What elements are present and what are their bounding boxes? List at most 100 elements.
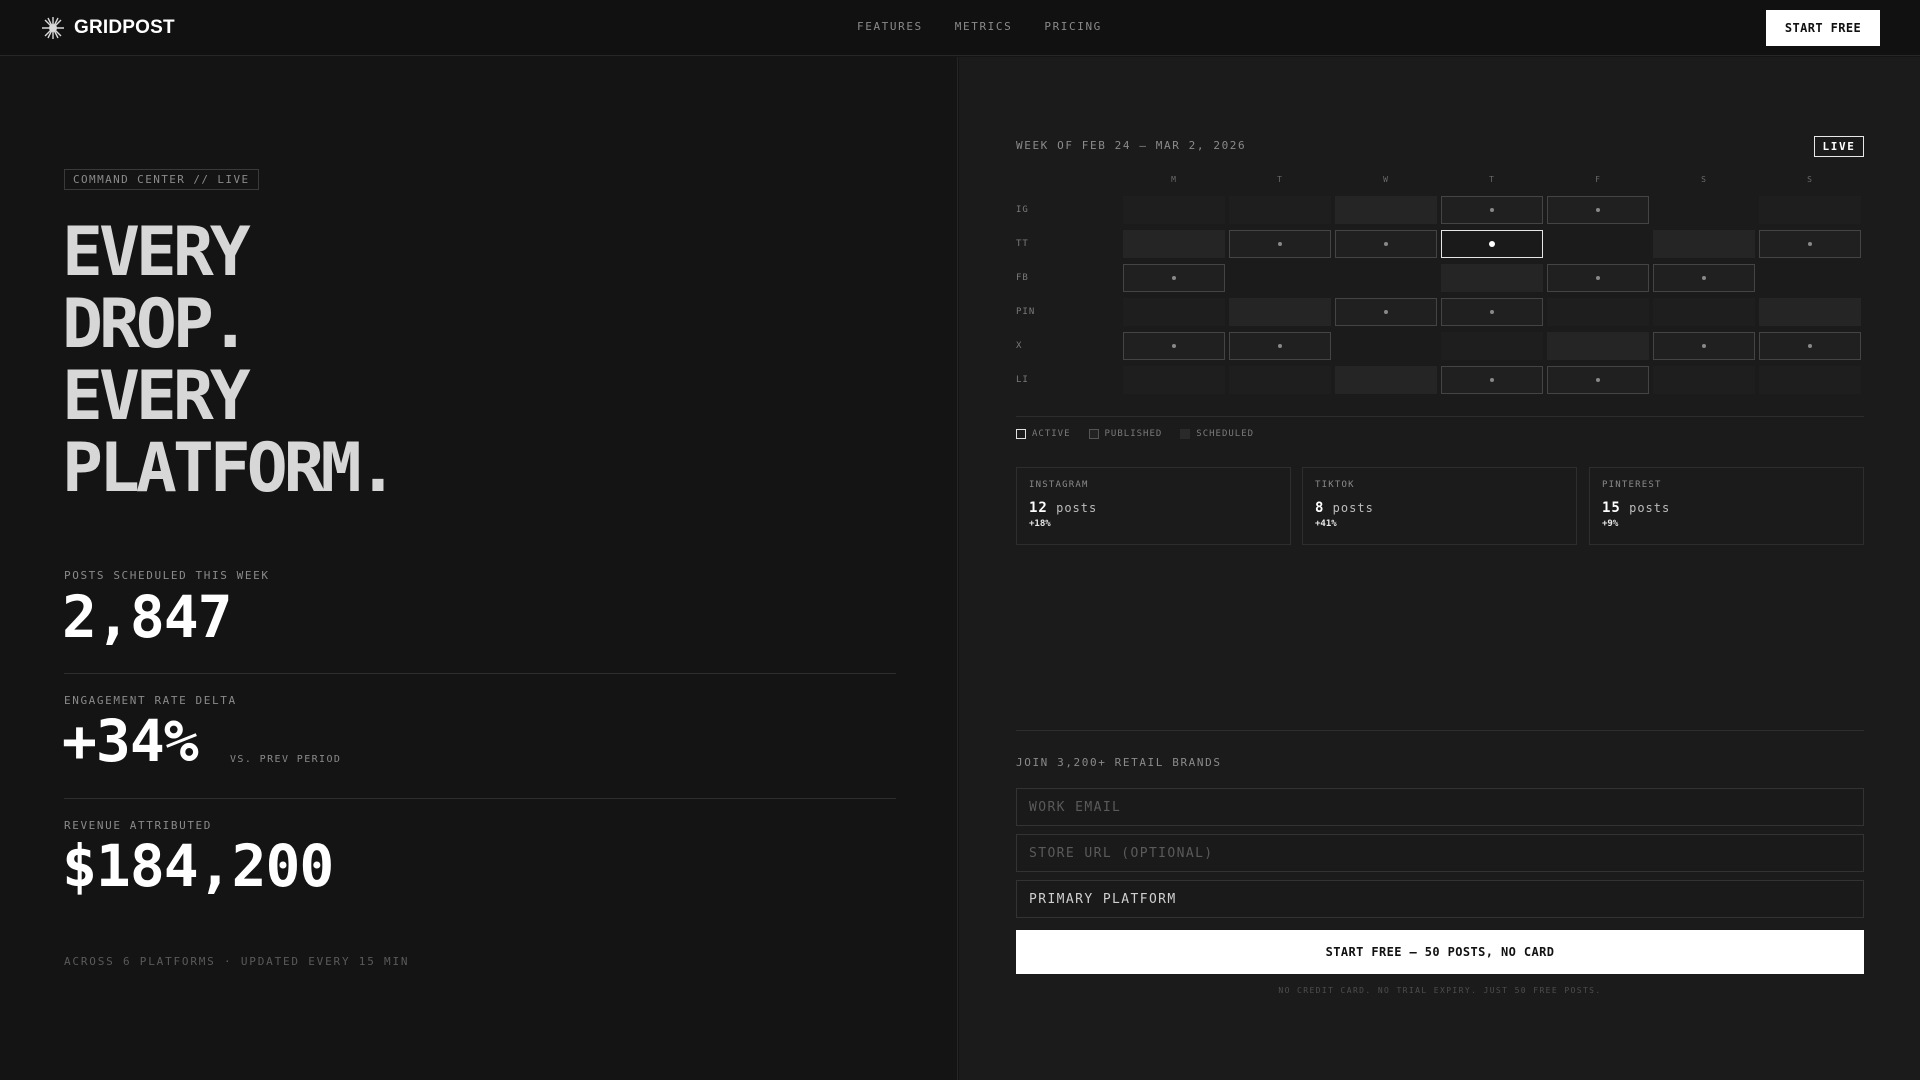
schedule-cell[interactable] <box>1229 298 1331 326</box>
schedule-cell[interactable] <box>1335 230 1437 258</box>
schedule-cell[interactable] <box>1335 196 1437 224</box>
schedule-cell[interactable] <box>1547 264 1649 292</box>
store-url-input[interactable] <box>1016 834 1864 872</box>
schedule-cell[interactable] <box>1229 230 1331 258</box>
post-dot-icon <box>1172 344 1176 348</box>
post-dot-icon <box>1490 310 1494 314</box>
nav-link-pricing[interactable]: PRICING <box>1044 20 1102 33</box>
stat-count-value: 12 <box>1029 500 1048 516</box>
status-tag: COMMAND CENTER // LIVE <box>64 169 259 190</box>
stat-count-value: 15 <box>1602 500 1621 516</box>
nav-link-metrics[interactable]: METRICS <box>955 20 1013 33</box>
divider <box>64 673 896 674</box>
schedule-cell[interactable] <box>1653 332 1755 360</box>
post-dot-icon <box>1490 208 1494 212</box>
legend-text: ACTIVE <box>1032 429 1071 439</box>
brand[interactable]: GRIDPOST <box>40 14 175 42</box>
metric-label-posts: POSTS SCHEDULED THIS WEEK <box>64 569 270 582</box>
schedule-cell[interactable] <box>1441 264 1543 292</box>
start-free-button[interactable]: START FREE <box>1766 10 1880 46</box>
schedule-cell[interactable] <box>1653 230 1755 258</box>
stat-count: 8 posts <box>1315 500 1374 516</box>
schedule-cell[interactable] <box>1123 298 1225 326</box>
post-dot-icon <box>1596 276 1600 280</box>
work-email-input[interactable] <box>1016 788 1864 826</box>
day-header: S <box>1701 175 1707 184</box>
schedule-cell[interactable] <box>1441 298 1543 326</box>
stat-name: INSTAGRAM <box>1029 480 1089 490</box>
starburst-logo-icon <box>40 15 66 41</box>
legend: ACTIVE PUBLISHED SCHEDULED <box>1016 429 1272 439</box>
schedule-cell[interactable] <box>1653 264 1755 292</box>
schedule-cell[interactable] <box>1123 332 1225 360</box>
post-dot-icon <box>1596 378 1600 382</box>
schedule-cell[interactable] <box>1547 366 1649 394</box>
disclaimer: NO CREDIT CARD. NO TRIAL EXPIRY. JUST 50… <box>1278 986 1602 995</box>
schedule-cell[interactable] <box>1547 332 1649 360</box>
live-badge: LIVE <box>1814 136 1864 157</box>
stat-name: PINTEREST <box>1602 480 1662 490</box>
hero-panel: COMMAND CENTER // LIVE EVERY DROP. EVERY… <box>0 57 958 1080</box>
schedule-cell[interactable] <box>1335 298 1437 326</box>
schedule-cell[interactable] <box>1547 196 1649 224</box>
schedule-cell[interactable] <box>1441 366 1543 394</box>
schedule-cell[interactable] <box>1123 230 1225 258</box>
metric-label-engagement: ENGAGEMENT RATE DELTA <box>64 694 237 707</box>
platform-row-label: LI <box>1016 375 1029 385</box>
schedule-cell[interactable] <box>1123 366 1225 394</box>
metric-label-revenue: REVENUE ATTRIBUTED <box>64 819 213 832</box>
metric-value-posts: 2,847 <box>62 583 233 651</box>
stat-count-unit: posts <box>1056 501 1098 515</box>
legend-text: PUBLISHED <box>1104 429 1163 439</box>
start-free-submit-button[interactable]: START FREE — 50 POSTS, NO CARD <box>1016 930 1864 974</box>
stat-card-tiktok[interactable]: TIKTOK 8 posts +41% <box>1302 467 1577 545</box>
schedule-cell[interactable] <box>1759 230 1861 258</box>
post-dot-icon <box>1384 242 1388 246</box>
primary-platform-select[interactable]: PRIMARY PLATFORM <box>1016 880 1864 918</box>
post-dot-icon <box>1490 378 1494 382</box>
nav-link-features[interactable]: FEATURES <box>857 20 923 33</box>
post-dot-icon <box>1278 242 1282 246</box>
stat-card-instagram[interactable]: INSTAGRAM 12 posts +18% <box>1016 467 1291 545</box>
primary-platform-value: PRIMARY PLATFORM <box>1029 891 1177 907</box>
schedule-cell[interactable] <box>1653 298 1755 326</box>
post-dot-icon <box>1596 208 1600 212</box>
day-header: F <box>1595 175 1601 184</box>
dashboard-panel: WEEK OF FEB 24 — MAR 2, 2026 LIVE M T W T F S… <box>959 57 1920 1080</box>
legend-swatch-scheduled <box>1180 429 1191 439</box>
post-dot-icon <box>1172 276 1176 280</box>
stat-count-value: 8 <box>1315 500 1325 516</box>
schedule-cell[interactable] <box>1229 366 1331 394</box>
schedule-cell[interactable] <box>1123 264 1225 292</box>
schedule-cell[interactable] <box>1229 332 1331 360</box>
day-header: S <box>1807 175 1813 184</box>
schedule-cell[interactable] <box>1335 366 1437 394</box>
schedule-cell[interactable] <box>1123 196 1225 224</box>
nav-links: FEATURES METRICS PRICING <box>857 20 1134 33</box>
stat-delta: +9% <box>1602 519 1619 529</box>
divider <box>64 798 896 799</box>
schedule-cell[interactable] <box>1547 298 1649 326</box>
metric-value-revenue: $184,200 <box>62 832 334 900</box>
stat-name: TIKTOK <box>1315 480 1355 490</box>
schedule-cell[interactable] <box>1759 196 1861 224</box>
post-dot-icon <box>1808 242 1812 246</box>
metric-value-engagement: +34% <box>62 707 199 775</box>
schedule-cell[interactable] <box>1759 298 1861 326</box>
platform-row-label: PIN <box>1016 307 1036 317</box>
schedule-cell[interactable] <box>1653 366 1755 394</box>
schedule-cell[interactable] <box>1759 332 1861 360</box>
schedule-cell[interactable] <box>1441 230 1543 258</box>
stat-card-pinterest[interactable]: PINTEREST 15 posts +9% <box>1589 467 1864 545</box>
divider <box>1016 730 1864 731</box>
schedule-cell[interactable] <box>1441 196 1543 224</box>
stat-delta: +18% <box>1029 519 1051 529</box>
brand-name: GRIDPOST <box>74 17 175 38</box>
schedule-cell[interactable] <box>1441 332 1543 360</box>
post-dot-icon <box>1808 344 1812 348</box>
day-header: T <box>1277 175 1283 184</box>
legend-item-published: PUBLISHED <box>1088 429 1163 439</box>
metric-suffix-engagement: VS. PREV PERIOD <box>230 754 342 765</box>
schedule-cell[interactable] <box>1759 366 1861 394</box>
schedule-cell[interactable] <box>1229 196 1331 224</box>
